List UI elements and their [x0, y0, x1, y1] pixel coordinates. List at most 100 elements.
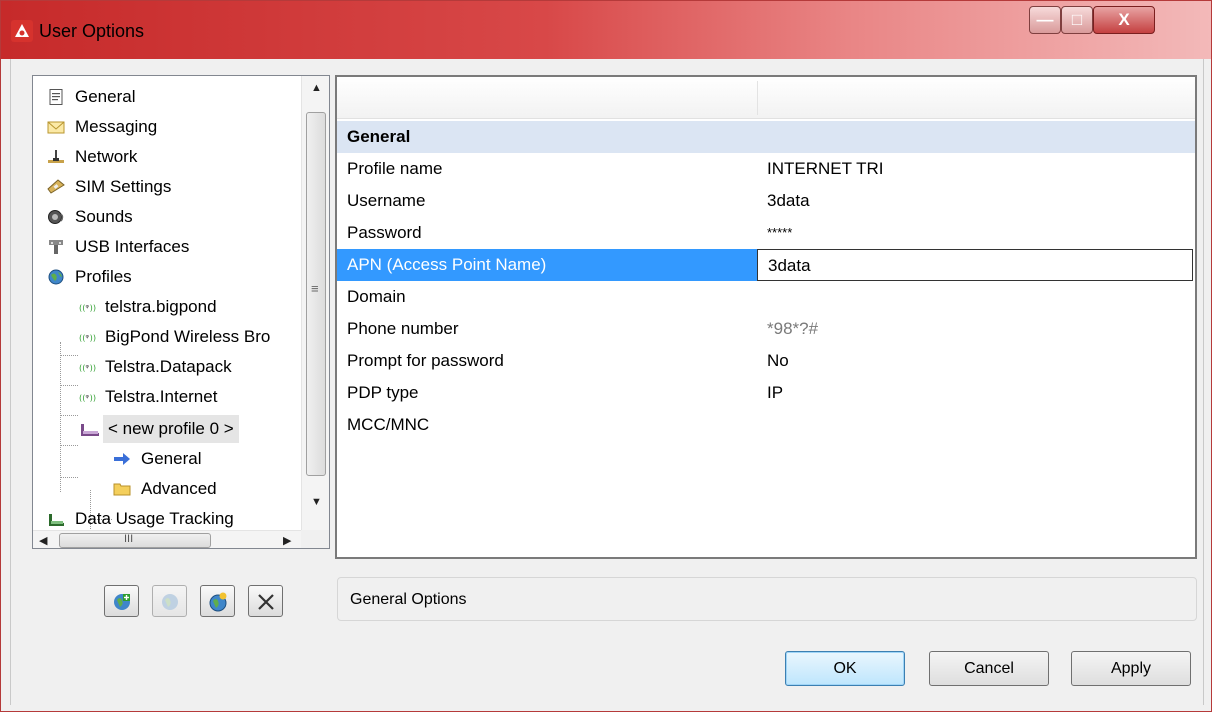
globe-add-icon	[209, 592, 227, 612]
column-separator[interactable]	[757, 81, 758, 115]
svg-text:((: ((	[79, 392, 85, 402]
tree-connector	[60, 415, 78, 416]
property-name: Domain	[347, 287, 406, 306]
ok-button[interactable]: OK	[785, 651, 905, 686]
tree-item-general[interactable]: General	[47, 83, 297, 111]
tree-horizontal-scrollbar[interactable]: ◀ III ▶	[33, 530, 301, 548]
maximize-icon: □	[1071, 10, 1083, 29]
tree-item-label: Profiles	[75, 267, 132, 286]
property-value[interactable]	[757, 281, 767, 313]
new-connection-button[interactable]	[200, 585, 235, 617]
tree-item-profile[interactable]: ((ᵠ)) telstra.bigpond	[77, 293, 299, 321]
tree-item-usb-interfaces[interactable]: USB Interfaces	[47, 233, 297, 261]
scroll-down-icon[interactable]: ▼	[311, 496, 322, 508]
grip-icon: ≡	[311, 281, 319, 296]
property-value[interactable]: *****	[757, 217, 792, 249]
tree-horizontal-scroll-thumb[interactable]: III	[59, 533, 211, 548]
property-row-username[interactable]: Username 3data	[337, 185, 1195, 217]
tree-item-network[interactable]: Network	[47, 143, 297, 171]
grid-header	[337, 77, 1195, 119]
folder-icon	[113, 483, 131, 496]
property-row-apn[interactable]: APN (Access Point Name) 3data	[337, 249, 1195, 281]
property-name: PDP type	[347, 383, 419, 402]
tree-vertical-scrollbar[interactable]: ▲ ≡ ▼	[301, 76, 329, 530]
scrollbar-corner	[301, 530, 329, 548]
tree-item-sounds[interactable]: Sounds	[47, 203, 297, 231]
property-row-pdp-type[interactable]: PDP type IP	[337, 377, 1195, 409]
antenna-icon: ((ᵠ))	[79, 302, 96, 312]
scroll-right-icon[interactable]: ▶	[283, 534, 291, 547]
tree-item-label: SIM Settings	[75, 177, 172, 196]
tree-item-label: USB Interfaces	[75, 237, 190, 256]
sim-card-icon	[47, 179, 65, 194]
tree-connector	[60, 355, 78, 356]
antenna-icon: ((ᵠ))	[79, 362, 96, 372]
scroll-up-icon[interactable]: ▲	[311, 82, 322, 94]
property-name: Username	[347, 191, 426, 210]
property-row-phone-number[interactable]: Phone number *98*?#	[337, 313, 1195, 345]
property-name: Profile name	[347, 159, 443, 178]
tree-item-profiles[interactable]: Profiles	[47, 263, 297, 291]
property-value[interactable]	[757, 409, 767, 441]
tree-item-new-profile[interactable]: < new profile 0 >	[79, 415, 299, 443]
property-row-mcc-mnc[interactable]: MCC/MNC	[337, 409, 1195, 441]
grip-icon: III	[124, 533, 134, 545]
property-value[interactable]: 3data	[757, 185, 810, 217]
add-profile-button[interactable]	[104, 585, 139, 617]
property-row-profile-name[interactable]: Profile name INTERNET TRI	[337, 153, 1195, 185]
svg-text:)): ))	[90, 302, 96, 312]
property-row-domain[interactable]: Domain	[337, 281, 1195, 313]
close-button[interactable]: X	[1093, 6, 1155, 34]
tree-item-data-usage-tracking[interactable]: Data Usage Tracking	[47, 505, 299, 533]
property-value[interactable]: INTERNET TRI	[757, 153, 884, 185]
network-icon	[48, 150, 64, 163]
property-name: Phone number	[347, 319, 459, 338]
tree-item-profile[interactable]: ((ᵠ)) Telstra.Internet	[77, 383, 299, 411]
section-header-general[interactable]: General	[337, 121, 1195, 153]
usb-icon	[49, 240, 63, 254]
tree-item-label: Data Usage Tracking	[75, 509, 234, 528]
property-value[interactable]: IP	[757, 377, 783, 409]
tree-connector	[60, 342, 61, 492]
tree-item-profile[interactable]: ((ᵠ)) Telstra.Datapack	[77, 353, 299, 381]
user-options-window: User Options — □ X General Messaging Net…	[0, 0, 1212, 712]
minimize-button[interactable]: —	[1029, 6, 1061, 34]
minimize-icon: —	[1036, 10, 1054, 29]
tree-item-advanced[interactable]: Advanced	[113, 475, 299, 503]
tree-vertical-scroll-thumb[interactable]: ≡	[306, 112, 326, 476]
maximize-button[interactable]: □	[1061, 6, 1093, 34]
scroll-left-icon[interactable]: ◀	[39, 534, 47, 547]
property-name: MCC/MNC	[347, 415, 430, 434]
title-bar[interactable]: User Options — □ X	[1, 1, 1211, 59]
property-name: Prompt for password	[347, 351, 504, 370]
tree-item-label: General	[75, 87, 136, 106]
tree-item-sim-settings[interactable]: SIM Settings	[47, 173, 297, 201]
apply-button[interactable]: Apply	[1071, 651, 1191, 686]
options-tree[interactable]: General Messaging Network SIM Settings S…	[32, 75, 330, 549]
copy-profile-button[interactable]	[152, 585, 187, 617]
tree-connector	[60, 477, 78, 478]
antenna-icon: ((ᵠ))	[79, 392, 96, 402]
tree-item-label: General	[141, 449, 202, 468]
tree-connector	[60, 445, 78, 446]
property-row-password[interactable]: Password *****	[337, 217, 1195, 249]
property-row-prompt-for-password[interactable]: Prompt for password No	[337, 345, 1195, 377]
tree-item-profile[interactable]: ((ᵠ)) BigPond Wireless Bro	[77, 323, 299, 351]
delete-button[interactable]	[248, 585, 283, 617]
cancel-button[interactable]: Cancel	[929, 651, 1049, 686]
apn-input[interactable]: 3data	[757, 249, 1193, 281]
description-panel: General Options	[337, 577, 1197, 621]
arrow-right-icon	[114, 453, 130, 465]
tree-item-label: Telstra.Internet	[105, 387, 218, 406]
globe-icon	[48, 269, 64, 285]
copy-profile-icon	[162, 594, 178, 610]
tree-item-label: BigPond Wireless Bro	[105, 327, 271, 346]
tree-item-messaging[interactable]: Messaging	[47, 113, 297, 141]
property-value[interactable]: No	[757, 345, 789, 377]
property-value[interactable]: *98*?#	[757, 313, 818, 345]
tree-item-general-sub[interactable]: General	[113, 445, 299, 473]
property-grid[interactable]: General Profile name INTERNET TRI Userna…	[335, 75, 1197, 559]
modem-icon	[49, 514, 64, 526]
add-profile-icon	[114, 594, 130, 610]
tree-connector	[60, 385, 78, 386]
